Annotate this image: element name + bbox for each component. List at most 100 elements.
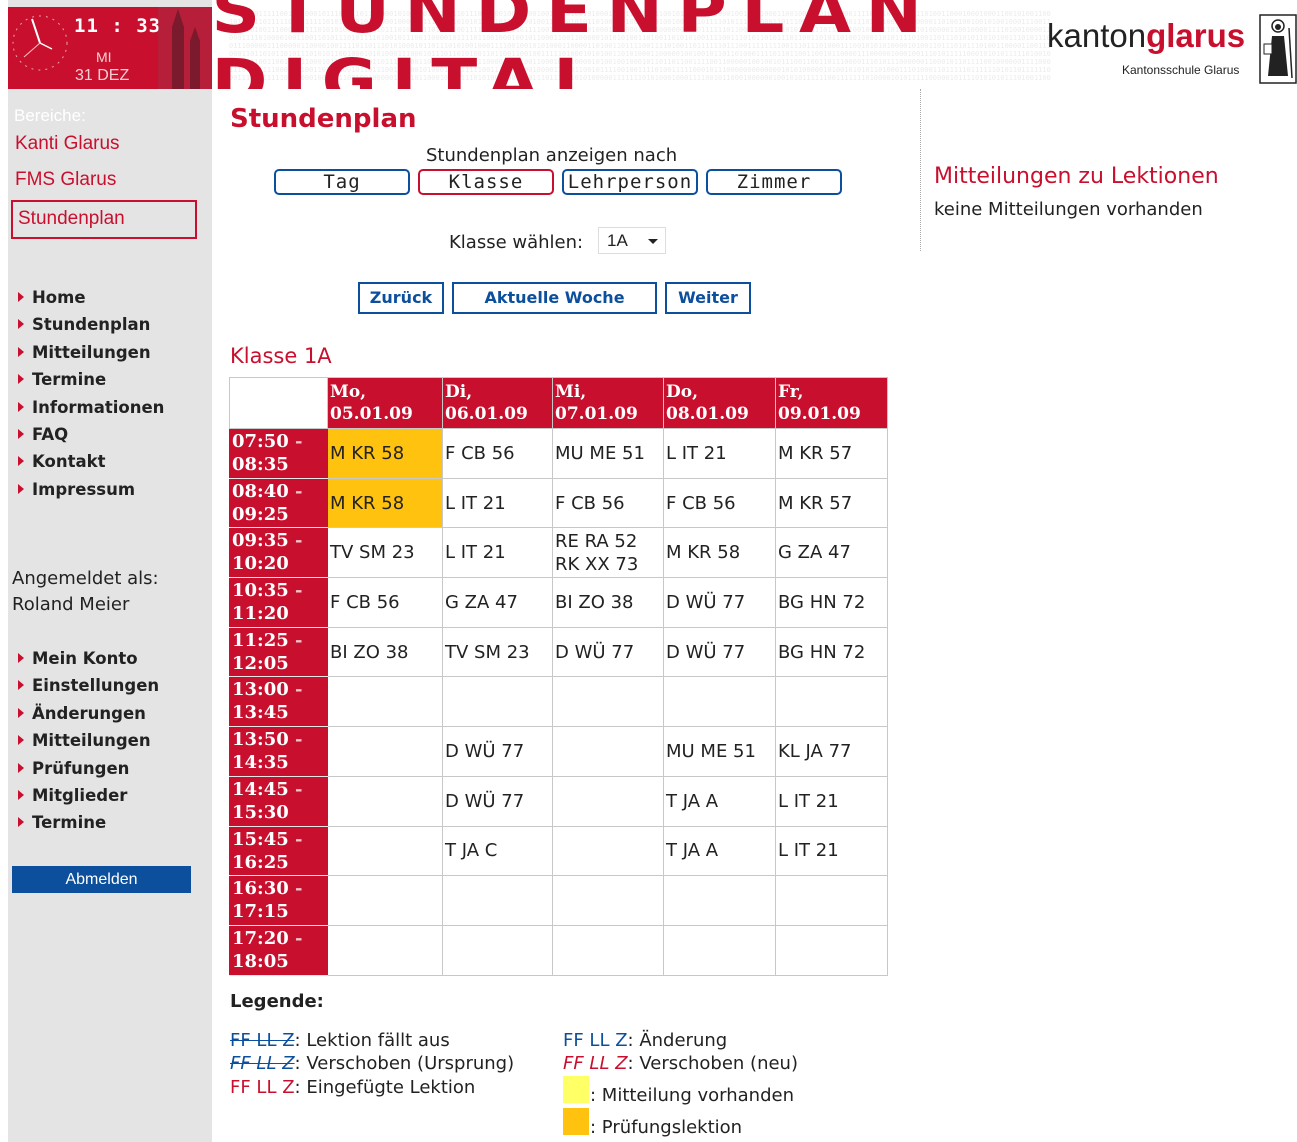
lesson-cell[interactable]: L IT 21 — [442, 527, 553, 579]
arrow-right-icon — [18, 346, 24, 357]
lesson-cell[interactable]: G ZA 47 — [442, 577, 553, 628]
nav-item-home[interactable]: Home — [18, 284, 164, 311]
nav-item-mein-konto[interactable]: Mein Konto — [18, 645, 159, 672]
lesson-cell[interactable]: T JA A — [663, 775, 776, 827]
table-row: 11:25 -12:05 BI ZO 38 TV SM 23 D WÜ 77 D WÜ … — [229, 626, 888, 678]
lesson-cell[interactable]: D WÜ 77 — [663, 577, 776, 628]
lesson-entry: BG HN 72 — [778, 641, 866, 663]
view-klasse-button[interactable]: Klasse — [418, 169, 554, 195]
lesson-cell[interactable]: M KR 57 — [775, 477, 888, 529]
class-select-label: Klasse wählen: — [449, 232, 584, 253]
nav-item-aenderungen[interactable]: Änderungen — [18, 700, 159, 727]
lesson-cell[interactable]: TV SM 23 — [327, 527, 443, 579]
lesson-cell[interactable]: BG HN 72 — [775, 577, 888, 628]
lesson-cell[interactable]: T JA C — [442, 825, 553, 877]
lesson-entry: F CB 56 — [330, 591, 400, 613]
view-zimmer-button[interactable]: Zimmer — [706, 169, 842, 195]
legend-moved-origin: FF LL Z: Verschoben (Ursprung) — [230, 1053, 514, 1074]
nav-item-mitteilungen[interactable]: Mitteilungen — [18, 339, 164, 366]
time-slot: 15:45 -16:25 — [229, 825, 328, 877]
lesson-cell[interactable]: L IT 21 — [775, 775, 888, 827]
lesson-messages-text: keine Mitteilungen vorhanden — [934, 199, 1203, 220]
nav-item-mitglieder[interactable]: Mitglieder — [18, 782, 159, 809]
current-week-button[interactable]: Aktuelle Woche — [452, 282, 657, 314]
slot-start: 13:00 — [232, 679, 289, 701]
legend-text: : Eingefügte Lektion — [294, 1077, 476, 1098]
logout-button[interactable]: Abmelden — [12, 866, 191, 893]
lesson-entry: D WÜ 77 — [666, 641, 746, 663]
lesson-cell[interactable]: D WÜ 77 — [663, 626, 776, 678]
lesson-entry: D WÜ 77 — [555, 641, 635, 663]
slot-start: 14:45 — [232, 778, 289, 800]
app-title: STUNDENPLAN DIGITAL — [212, 0, 937, 89]
arrow-right-icon — [18, 483, 24, 494]
lesson-cell[interactable]: M KR 58 — [327, 477, 443, 529]
lesson-cell[interactable]: G ZA 47 — [775, 527, 888, 579]
arrow-right-icon — [18, 789, 24, 800]
lesson-cell[interactable]: M KR 58 — [663, 527, 776, 579]
legend-moved-new: FF LL Z: Verschoben (neu) — [563, 1053, 798, 1074]
nav-item-pruefungen[interactable]: Prüfungen — [18, 755, 159, 782]
lesson-cell[interactable]: D WÜ 77 — [442, 775, 553, 827]
lesson-cell[interactable]: T JA A — [663, 825, 776, 877]
area-link-fms-glarus[interactable]: FMS Glarus — [15, 169, 116, 191]
lesson-cell[interactable]: MU ME 51 — [663, 726, 776, 777]
lesson-cell[interactable]: RE RA 52 RK XX 73 — [552, 527, 664, 579]
lesson-cell[interactable]: D WÜ 77 — [552, 626, 664, 678]
time-slot: 07:50 -08:35 — [229, 428, 328, 479]
nav-item-einstellungen[interactable]: Einstellungen — [18, 672, 159, 699]
lesson-cell[interactable]: L IT 21 — [442, 477, 553, 529]
legend-code: FF LL Z — [230, 1053, 295, 1074]
clock-weekday: MI — [96, 49, 112, 65]
nav-item-user-termine[interactable]: Termine — [18, 809, 159, 836]
nav-item-kontakt[interactable]: Kontakt — [18, 448, 164, 475]
lesson-entry: F CB 56 — [666, 492, 736, 514]
view-lehrperson-button[interactable]: Lehrperson — [562, 169, 698, 195]
lesson-cell[interactable]: BG HN 72 — [775, 626, 888, 678]
lesson-cell[interactable]: M KR 57 — [775, 428, 888, 479]
lesson-cell[interactable]: TV SM 23 — [442, 626, 553, 678]
empty-cell — [327, 676, 443, 728]
arrow-right-icon — [18, 319, 24, 330]
day-header: Mo, 05.01.09 — [327, 377, 443, 429]
lesson-cell[interactable]: F CB 56 — [442, 428, 553, 479]
lesson-cell[interactable]: M KR 58 — [327, 428, 443, 479]
class-heading: Klasse 1A — [230, 344, 332, 368]
nav-item-label: Home — [32, 288, 86, 307]
lesson-cell[interactable]: L IT 21 — [663, 428, 776, 479]
slot-separator: - — [288, 480, 303, 502]
empty-cell — [775, 676, 888, 728]
slot-start: 07:50 — [232, 431, 289, 452]
lesson-cell[interactable]: F CB 56 — [663, 477, 776, 529]
area-link-kanti-glarus[interactable]: Kanti Glarus — [15, 133, 120, 155]
lesson-cell[interactable]: MU ME 51 — [552, 428, 664, 479]
nav-item-faq[interactable]: FAQ — [18, 421, 164, 448]
next-week-button[interactable]: Weiter — [665, 282, 751, 314]
view-tag-button[interactable]: Tag — [274, 169, 410, 195]
lesson-cell[interactable]: BI ZO 38 — [327, 626, 443, 678]
slot-end: 18:05 — [232, 950, 289, 972]
empty-cell — [663, 676, 776, 728]
lesson-cell[interactable]: D WÜ 77 — [442, 726, 553, 777]
nav-item-impressum[interactable]: Impressum — [18, 476, 164, 503]
nav-item-informationen[interactable]: Informationen — [18, 394, 164, 421]
nav-item-termine[interactable]: Termine — [18, 366, 164, 393]
lesson-cell[interactable]: L IT 21 — [775, 825, 888, 877]
lesson-entry: TV SM 23 — [445, 641, 530, 663]
lesson-cell[interactable]: F CB 56 — [327, 577, 443, 628]
lesson-cell[interactable]: BI ZO 38 — [552, 577, 664, 628]
day-header: Do, 08.01.09 — [663, 377, 776, 429]
previous-week-button[interactable]: Zurück — [358, 282, 444, 314]
legend-swatch-exam — [563, 1108, 589, 1135]
day-name: Do, — [666, 382, 698, 402]
brand-logo-text[interactable]: kantonglarus — [1047, 17, 1245, 55]
nav-item-user-mitteilungen[interactable]: Mitteilungen — [18, 727, 159, 754]
lesson-entry: T JA A — [666, 790, 719, 812]
lesson-cell[interactable]: KL JA 77 — [775, 726, 888, 777]
area-link-stundenplan[interactable]: Stundenplan — [11, 200, 197, 239]
class-select[interactable]: 1A — [598, 227, 666, 254]
nav-item-label: Stundenplan — [32, 315, 151, 335]
lesson-cell[interactable]: F CB 56 — [552, 477, 664, 529]
nav-item-stundenplan[interactable]: Stundenplan — [18, 311, 164, 338]
clock-time: 11 : 33 — [74, 15, 162, 37]
